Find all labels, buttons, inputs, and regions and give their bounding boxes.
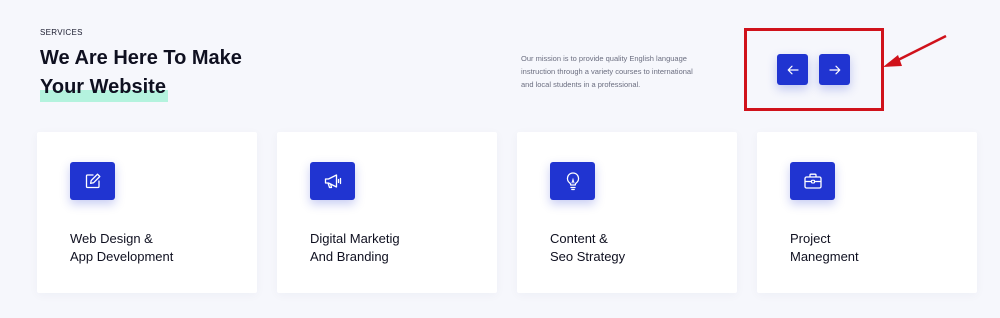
- service-card-title: Digital Marketig And Branding: [310, 230, 400, 266]
- annotation-highlight-box: [744, 28, 884, 111]
- service-card-project-management[interactable]: Project Manegment: [757, 132, 977, 293]
- service-title-line-1: Web Design &: [70, 231, 153, 246]
- service-card-web-design[interactable]: Web Design & App Development: [37, 132, 257, 293]
- annotation-arrow: [883, 34, 947, 67]
- lightbulb-icon: [566, 172, 579, 191]
- service-title-line-2: And Branding: [310, 249, 389, 264]
- megaphone-icon: [324, 174, 341, 189]
- section-title-line-2: Your Website: [40, 73, 168, 102]
- service-card-title: Web Design & App Development: [70, 230, 173, 266]
- section-eyebrow: SERVICES: [40, 28, 83, 37]
- service-title-line-1: Project: [790, 231, 831, 246]
- section-title: We Are Here To Make Your Website: [40, 44, 242, 102]
- mission-line-1: Our mission is to provide quality Englis…: [521, 54, 687, 63]
- section-title-line-1: We Are Here To Make: [40, 47, 242, 69]
- service-card-title: Project Manegment: [790, 230, 859, 266]
- edit-icon: [85, 173, 100, 189]
- mission-line-3: and local students in a professional.: [521, 80, 641, 89]
- mission-text: Our mission is to provide quality Englis…: [521, 52, 721, 91]
- service-title-line-1: Digital Marketig: [310, 231, 400, 246]
- briefcase-icon: [803, 173, 822, 189]
- service-title-line-2: Seo Strategy: [550, 249, 626, 264]
- service-title-line-2: App Development: [70, 249, 174, 264]
- service-card-title: Content & Seo Strategy: [550, 230, 625, 266]
- service-title-line-2: Manegment: [790, 249, 859, 264]
- service-title-line-1: Content &: [550, 231, 608, 246]
- mission-line-2: instruction through a variety courses to…: [521, 67, 693, 76]
- service-icon-box: [790, 162, 835, 200]
- service-icon-box: [70, 162, 115, 200]
- service-card-digital-marketing[interactable]: Digital Marketig And Branding: [277, 132, 497, 293]
- service-icon-box: [550, 162, 595, 200]
- service-icon-box: [310, 162, 355, 200]
- service-card-content-seo[interactable]: Content & Seo Strategy: [517, 132, 737, 293]
